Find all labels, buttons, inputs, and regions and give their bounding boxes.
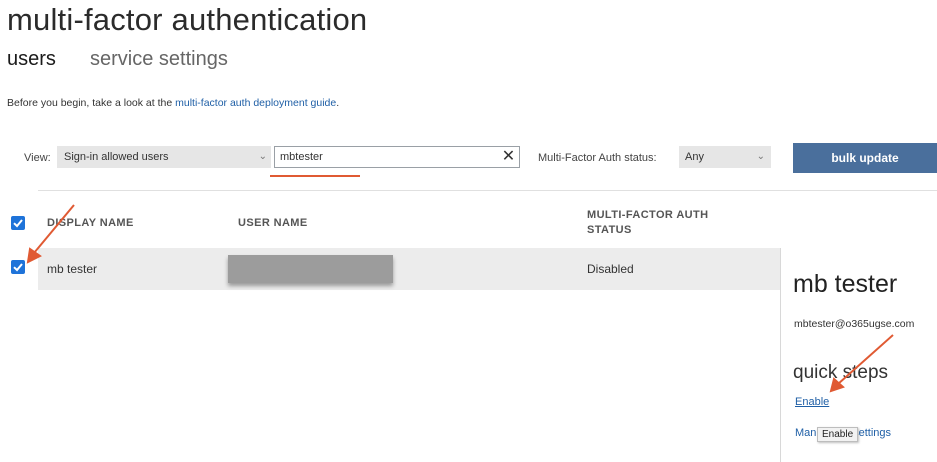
arrow-to-header-check <box>26 204 75 264</box>
arrow-to-enable <box>829 334 894 393</box>
annotation-arrows <box>26 204 894 393</box>
